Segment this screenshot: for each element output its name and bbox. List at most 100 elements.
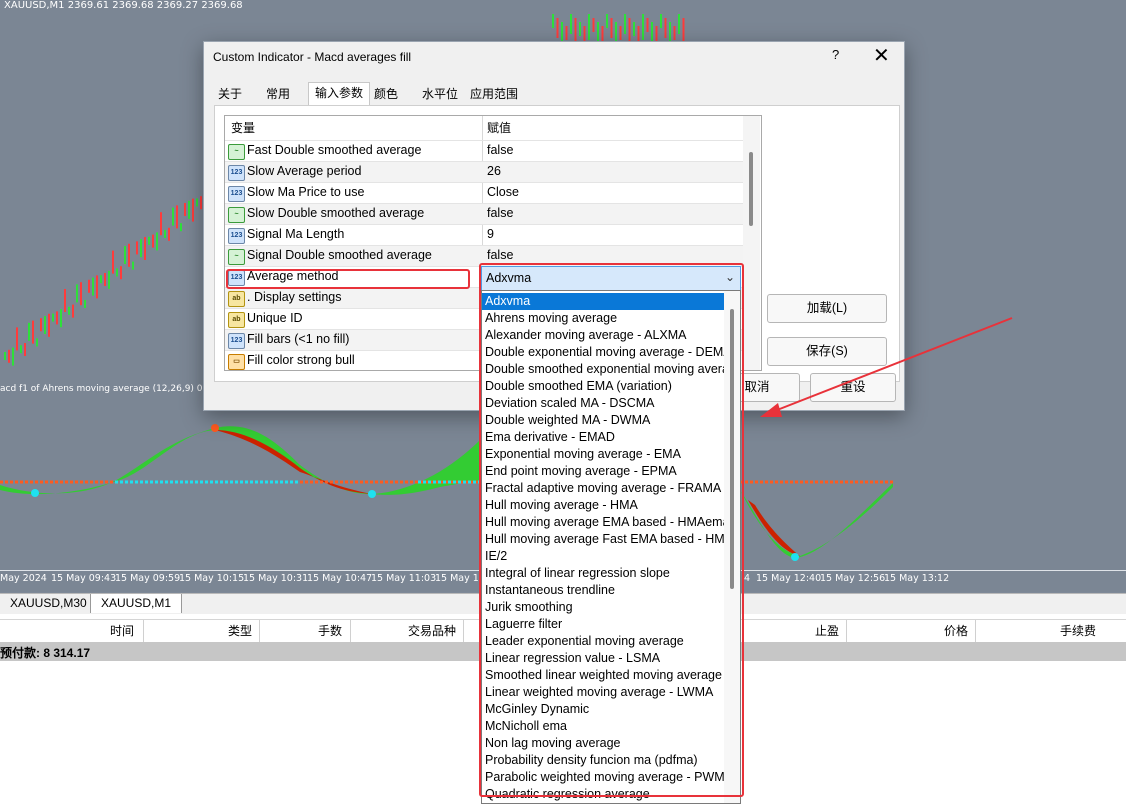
param-value[interactable]: false [487, 206, 513, 220]
col-header-commission[interactable]: 手续费 [1060, 622, 1096, 639]
candle [52, 313, 54, 322]
param-name: Slow Ma Price to use [247, 185, 365, 199]
candle [80, 282, 82, 306]
candle [136, 241, 138, 255]
candle [570, 14, 572, 34]
candle [20, 345, 22, 354]
param-type-icon: 123 [228, 186, 245, 202]
time-label: 15 May 13:12 [884, 573, 950, 584]
help-button[interactable]: ? [832, 47, 839, 62]
col-header-symbol[interactable]: 交易品种 [408, 622, 456, 639]
candle [36, 338, 38, 347]
reset-button[interactable]: 重设 [810, 373, 896, 402]
candle [96, 275, 98, 299]
candle [68, 306, 70, 315]
col-header-tp[interactable]: 止盈 [815, 622, 839, 639]
tab-visualization[interactable]: 应用范围 [464, 84, 524, 104]
time-label: 15 May 12:40 [756, 573, 822, 584]
candle [200, 196, 202, 210]
param-name: Fill bars (<1 no fill) [247, 332, 350, 346]
param-type-icon: 123 [228, 228, 245, 244]
time-label: 15 May 10:15 [179, 573, 245, 584]
candle [176, 205, 178, 229]
col-header-lots[interactable]: 手数 [318, 622, 342, 639]
candle [32, 320, 34, 344]
parameter-row[interactable]: 123 Signal Ma Length 9 [225, 224, 743, 246]
candle [60, 309, 62, 328]
candle [606, 14, 608, 28]
save-button[interactable]: 保存(S) [767, 337, 887, 366]
param-name: Signal Ma Length [247, 227, 345, 241]
candle [88, 279, 90, 293]
dialog-title: Custom Indicator - Macd averages fill [213, 50, 412, 64]
param-value[interactable]: 9 [487, 227, 494, 241]
chart-tab-xauusd-m1[interactable]: XAUUSD,M1 [90, 594, 183, 613]
param-type-icon: ab [228, 312, 245, 328]
candle [112, 250, 114, 274]
param-name: Slow Double smoothed average [247, 206, 425, 220]
tab-about[interactable]: 关于 [212, 84, 248, 104]
param-value[interactable]: Close [487, 185, 519, 199]
param-value[interactable]: false [487, 248, 513, 262]
param-name: . Display settings [247, 290, 342, 304]
candle [8, 349, 10, 363]
table-scrollbar[interactable] [743, 116, 760, 370]
candle [120, 266, 122, 280]
candle [128, 243, 130, 267]
param-type-icon: ~ [228, 144, 245, 160]
param-type-icon: ~ [228, 249, 245, 265]
param-type-icon: ▭ [228, 354, 245, 370]
candle [108, 270, 110, 289]
candle [104, 273, 106, 286]
param-value[interactable]: 26 [487, 164, 501, 178]
candle [12, 347, 14, 366]
load-button[interactable]: 加载(L) [767, 294, 887, 323]
close-button[interactable]: ✕ [873, 43, 890, 68]
signal-dot [368, 490, 376, 498]
candle [16, 327, 18, 351]
table-header-value: 赋值 [487, 121, 512, 135]
parameter-row[interactable]: ~ Slow Double smoothed average false [225, 203, 743, 225]
candle [56, 311, 58, 325]
param-value[interactable]: false [487, 143, 513, 157]
candle [597, 22, 599, 42]
table-header-variable: 变量 [231, 121, 256, 135]
tab-inputs[interactable]: 输入参数 [308, 82, 371, 106]
candle [678, 14, 680, 34]
candle [664, 18, 667, 38]
tab-common[interactable]: 常用 [260, 84, 296, 104]
time-label: May 2024 [0, 573, 47, 584]
parameter-row[interactable]: ~ Fast Double smoothed average false [225, 140, 743, 162]
time-label: 4 [744, 573, 751, 584]
candle [592, 18, 595, 32]
param-type-icon: ab [228, 291, 245, 307]
margin-text: 预付款: 8 314.17 [0, 646, 91, 660]
chart-tab-xauusd-m30[interactable]: XAUUSD,M30 [0, 594, 97, 613]
param-name: Fill color strong bull [247, 353, 355, 367]
col-header-price[interactable]: 价格 [944, 622, 968, 639]
candle [44, 316, 46, 334]
macd-fill [0, 426, 893, 558]
candle [24, 343, 26, 356]
param-name: Unique ID [247, 311, 303, 325]
candle [651, 22, 653, 42]
candle [610, 18, 613, 38]
candle [164, 230, 166, 238]
col-header-type[interactable]: 类型 [228, 622, 252, 639]
tab-colors[interactable]: 颜色 [368, 84, 404, 104]
candle [72, 304, 74, 318]
param-type-icon: 123 [228, 333, 245, 349]
parameter-row[interactable]: 123 Slow Ma Price to use Close [225, 182, 743, 204]
candle [180, 223, 182, 232]
parameter-row[interactable]: 123 Slow Average period 26 [225, 161, 743, 183]
candle [660, 14, 662, 28]
candle [64, 289, 66, 312]
time-label: 15 May 10:31 [243, 573, 309, 584]
candle [4, 352, 6, 360]
tab-levels[interactable]: 水平位 [416, 84, 464, 104]
candle [172, 207, 174, 226]
col-header-time[interactable]: 时间 [110, 622, 134, 639]
param-name: Slow Average period [247, 164, 362, 178]
candle [156, 232, 158, 251]
signal-dot-red [211, 424, 219, 432]
